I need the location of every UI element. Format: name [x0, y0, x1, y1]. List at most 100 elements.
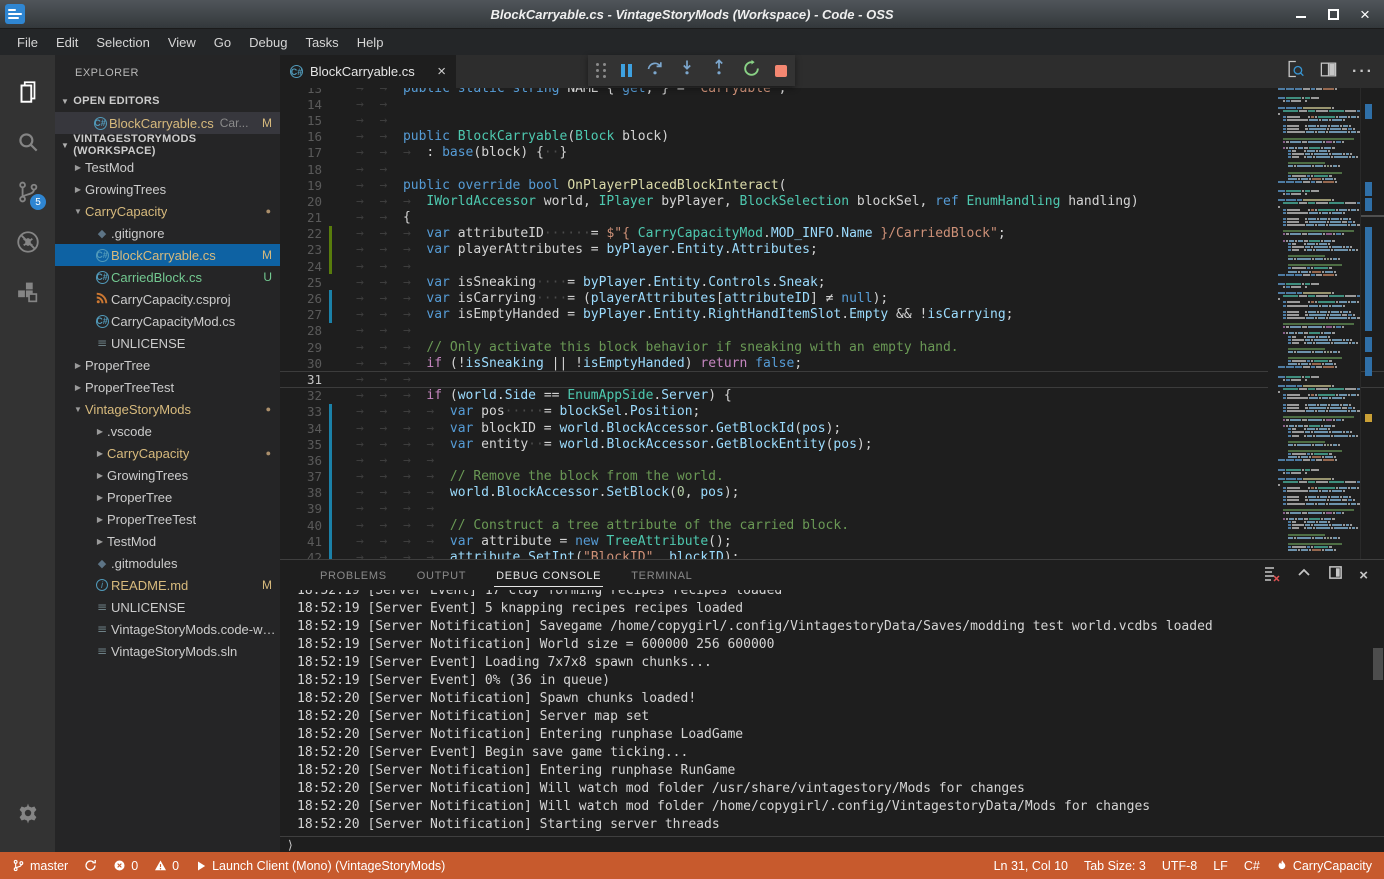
lines-file-icon: ≡ — [93, 644, 111, 658]
menu-item-selection[interactable]: Selection — [87, 32, 158, 53]
tree-item-testmod[interactable]: ▶TestMod — [55, 530, 280, 552]
console-line: 18:52:20 [Server Notification] Starting … — [297, 817, 1384, 835]
status-master[interactable]: master — [12, 859, 68, 873]
line-number: 37 — [280, 469, 322, 484]
menu-item-view[interactable]: View — [159, 32, 205, 53]
console-line: 18:52:19 [Server Event] 17 clay forming … — [297, 590, 1384, 601]
console-line: 18:52:19 [Server Event] 5 knapping recip… — [297, 601, 1384, 619]
maximize-button[interactable] — [1326, 7, 1340, 21]
minimap[interactable] — [1268, 88, 1360, 559]
menu-item-go[interactable]: Go — [205, 32, 240, 53]
tree-item-carrycapacity[interactable]: ▶CarryCapacity● — [55, 442, 280, 464]
tree-item-propertree[interactable]: ▶ProperTree — [55, 486, 280, 508]
tree-item-vintagestorymods-sln[interactable]: ≡VintageStoryMods.sln — [55, 640, 280, 662]
panel-layout-icon[interactable] — [1328, 565, 1343, 585]
code-line-34: 34→→→→var blockID = world.BlockAccessor.… — [280, 420, 1384, 436]
chevron-down-icon: ▼ — [61, 141, 69, 150]
status-0[interactable]: 0 — [113, 859, 138, 873]
restart-icon[interactable] — [742, 59, 761, 83]
overview-ruler[interactable] — [1360, 88, 1384, 559]
extensions-icon[interactable] — [0, 267, 55, 317]
clear-console-icon[interactable] — [1262, 564, 1280, 587]
workspace-header[interactable]: ▼ VINTAGESTORYMODS (WORKSPACE) — [55, 134, 280, 156]
status-tab-size-3[interactable]: Tab Size: 3 — [1084, 859, 1146, 873]
chevron-right-icon: ▶ — [93, 427, 107, 436]
tree-item--gitignore[interactable]: ◆.gitignore — [55, 222, 280, 244]
tree-item-carriedblock-cs[interactable]: C#CarriedBlock.csU — [55, 266, 280, 288]
tree-item--gitmodules[interactable]: ◆.gitmodules — [55, 552, 280, 574]
step-into-icon[interactable] — [678, 59, 696, 82]
tab-close-icon[interactable]: × — [437, 63, 446, 80]
menu-item-debug[interactable]: Debug — [240, 32, 296, 53]
tree-item-carrycapacity-csproj[interactable]: CarryCapacity.csproj — [55, 288, 280, 310]
maximize-panel-icon[interactable] — [1296, 565, 1312, 586]
menu-item-tasks[interactable]: Tasks — [296, 32, 347, 53]
debug-console-output[interactable]: 18:52:19 [Server Event] 17 clay forming … — [280, 590, 1384, 836]
tree-item-readme-md[interactable]: iREADME.mdM — [55, 574, 280, 596]
open-changes-icon[interactable] — [1285, 59, 1305, 84]
tree-item--vscode[interactable]: ▶.vscode — [55, 420, 280, 442]
debug-icon[interactable] — [0, 217, 55, 267]
console-line: 18:52:20 [Server Notification] Server ma… — [297, 709, 1384, 727]
pause-icon[interactable] — [621, 64, 632, 77]
step-out-icon[interactable] — [710, 59, 728, 82]
app-icon[interactable] — [5, 4, 25, 24]
status-carrycapacity[interactable]: CarryCapacity — [1276, 859, 1372, 873]
search-icon[interactable] — [0, 117, 55, 167]
line-number: 34 — [280, 421, 322, 436]
open-editors-header[interactable]: ▼ OPEN EDITORS — [55, 90, 280, 112]
tree-item-blockcarryable-cs[interactable]: C#BlockCarryable.csM — [55, 244, 280, 266]
status-0[interactable]: 0 — [154, 859, 179, 873]
stop-icon[interactable] — [775, 65, 787, 77]
more-actions-icon[interactable]: ··· — [1352, 63, 1374, 81]
tree-item-unlicense[interactable]: ≡UNLICENSE — [55, 332, 280, 354]
step-over-icon[interactable] — [646, 59, 664, 82]
tree-item-unlicense[interactable]: ≡UNLICENSE — [55, 596, 280, 618]
open-editor-item[interactable]: C# BlockCarryable.cs Car... M — [55, 112, 280, 134]
tree-item-vintagestorymods-code-work-[interactable]: ≡VintageStoryMods.code-work... — [55, 618, 280, 640]
status-sync[interactable] — [84, 859, 97, 872]
drag-handle[interactable] — [596, 63, 607, 78]
panel-tab-output[interactable]: OUTPUT — [415, 564, 468, 586]
line-number: 15 — [280, 113, 322, 128]
code-line-14: 14→→ — [280, 96, 1384, 112]
panel-tab-problems[interactable]: PROBLEMS — [318, 564, 389, 586]
menu-item-help[interactable]: Help — [348, 32, 393, 53]
menu-item-edit[interactable]: Edit — [47, 32, 87, 53]
modified-dot-badge: ● — [266, 206, 271, 216]
tree-item-label: ProperTree — [85, 358, 150, 373]
sync-icon — [84, 859, 97, 872]
tree-item-growingtrees[interactable]: ▶GrowingTrees — [55, 178, 280, 200]
panel-scrollbar[interactable] — [1373, 648, 1383, 680]
menu-item-file[interactable]: File — [8, 32, 47, 53]
tree-item-carrycapacitymod-cs[interactable]: C#CarryCapacityMod.cs — [55, 310, 280, 332]
minimize-button[interactable] — [1294, 7, 1308, 21]
explorer-icon[interactable] — [0, 67, 55, 117]
tree-item-propertree[interactable]: ▶ProperTree — [55, 354, 280, 376]
tree-item-propertreetest[interactable]: ▶ProperTreeTest — [55, 376, 280, 398]
tree-item-carrycapacity[interactable]: ▼CarryCapacity● — [55, 200, 280, 222]
status-ln-31-col-10[interactable]: Ln 31, Col 10 — [994, 859, 1068, 873]
tree-item-growingtrees[interactable]: ▶GrowingTrees — [55, 464, 280, 486]
panel-tab-terminal[interactable]: TERMINAL — [629, 564, 694, 586]
status-utf-8[interactable]: UTF-8 — [1162, 859, 1197, 873]
debug-console-input[interactable]: ⟩ — [280, 836, 1384, 852]
code-line-22: 22→→→var attributeID······= $"{ CarryCap… — [280, 226, 1384, 242]
status-launch-client-mono-vintagestorymods[interactable]: Launch Client (Mono) (VintageStoryMods) — [195, 859, 445, 873]
panel-tab-debug-console[interactable]: DEBUG CONSOLE — [494, 564, 603, 587]
status-c#[interactable]: C# — [1244, 859, 1260, 873]
tree-item-propertreetest[interactable]: ▶ProperTreeTest — [55, 508, 280, 530]
close-button[interactable]: × — [1358, 7, 1372, 21]
tree-item-testmod[interactable]: ▶TestMod — [55, 156, 280, 178]
console-line: 18:52:19 [Server Notification] Savegame … — [297, 619, 1384, 637]
split-editor-icon[interactable] — [1319, 60, 1338, 84]
tree-item-vintagestorymods[interactable]: ▼VintageStoryMods● — [55, 398, 280, 420]
status-lf[interactable]: LF — [1213, 859, 1228, 873]
tab-blockcarryable[interactable]: C# BlockCarryable.cs × — [280, 55, 456, 88]
close-panel-icon[interactable]: × — [1359, 567, 1368, 584]
code-editor[interactable]: 13→→public static string NAME { get; } =… — [280, 88, 1384, 559]
source-control-icon[interactable]: 5 — [0, 167, 55, 217]
chevron-right-icon: ▶ — [71, 361, 85, 370]
settings-gear-icon[interactable] — [0, 788, 55, 838]
code-line-26: 26→→→var isCarrying····= (playerAttribut… — [280, 290, 1384, 306]
